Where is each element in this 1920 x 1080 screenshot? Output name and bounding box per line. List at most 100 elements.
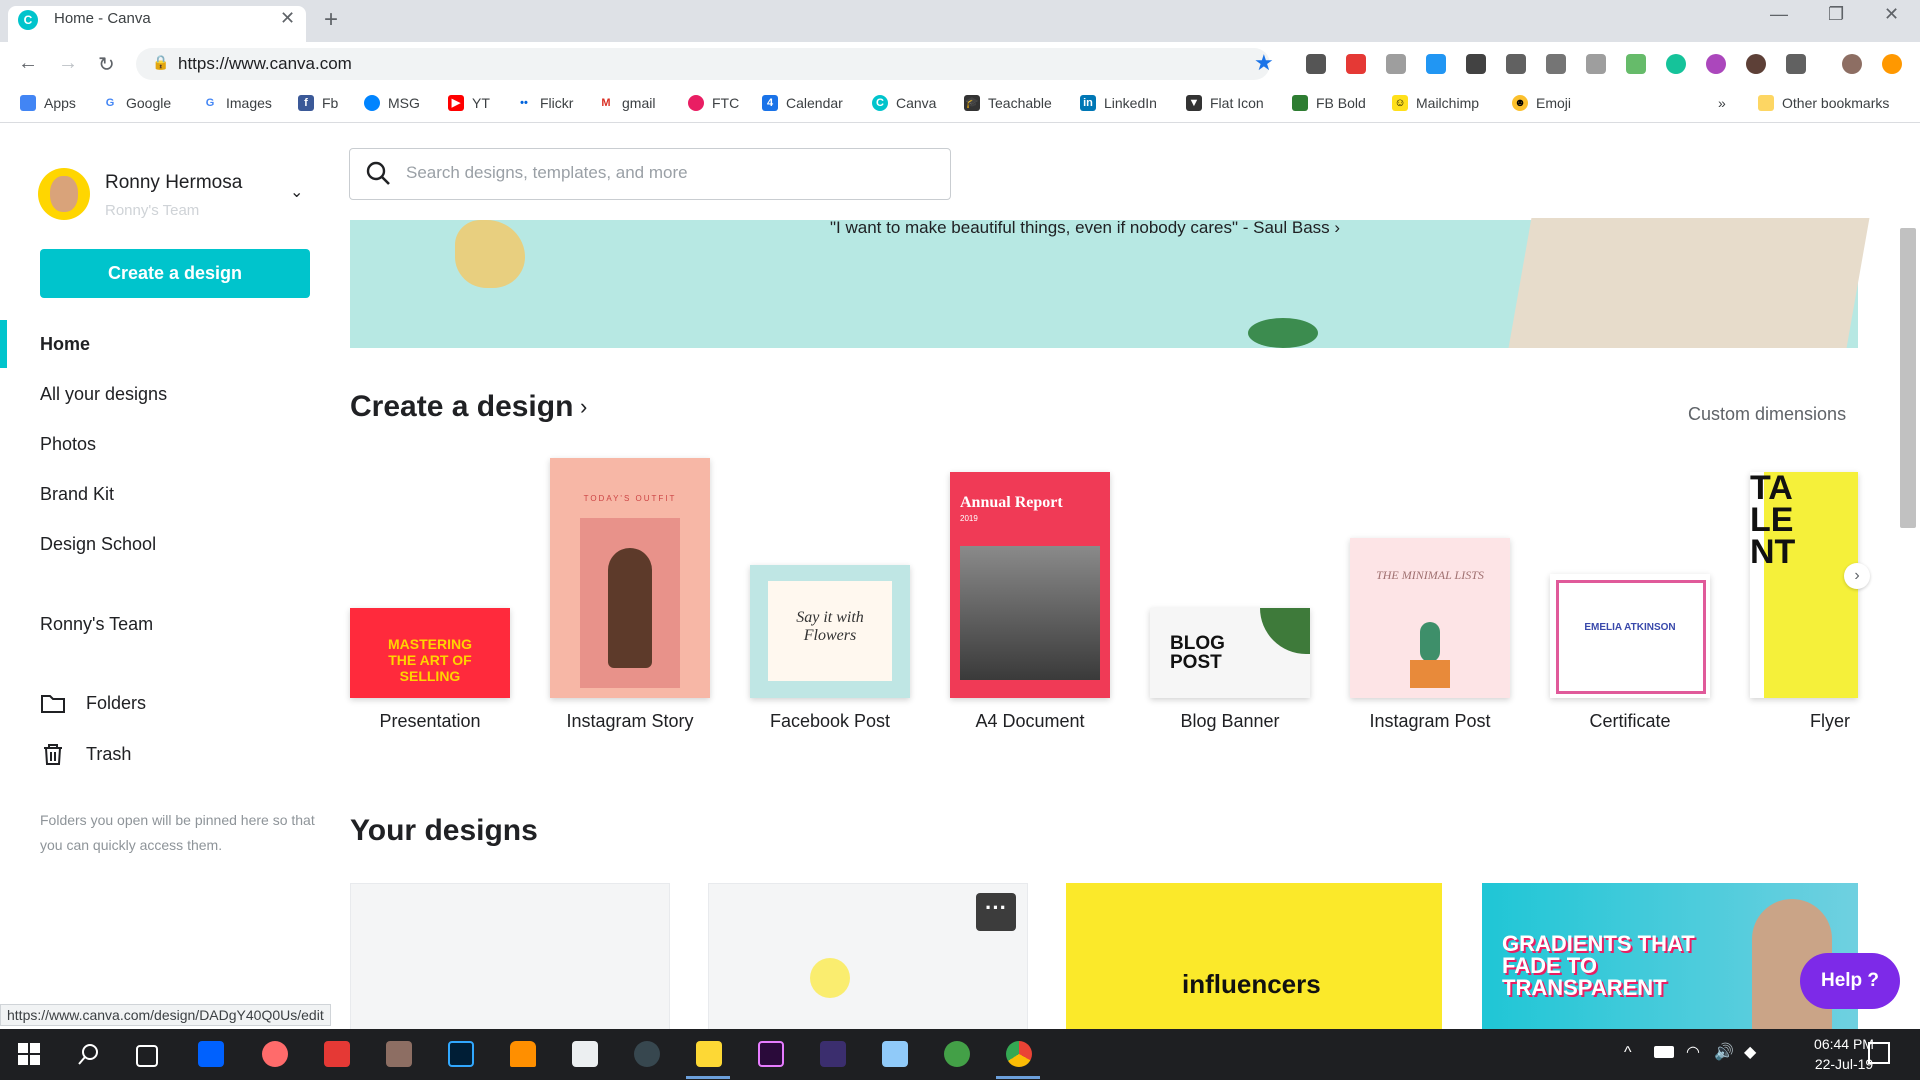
wifi-icon[interactable]: ◠ xyxy=(1686,1042,1700,1062)
grammarly-icon[interactable] xyxy=(1666,54,1686,74)
flyer-thumbnail[interactable]: TA LE NT xyxy=(1750,472,1858,698)
bookmark-flickr[interactable]: •• Flickr xyxy=(516,95,573,111)
chrome-taskbar-icon[interactable] xyxy=(1006,1041,1032,1067)
hashtag-extension-icon[interactable] xyxy=(1466,54,1486,74)
design-type-label[interactable]: Facebook Post xyxy=(730,711,930,732)
extension-icon[interactable] xyxy=(1882,54,1902,74)
notifications-icon[interactable] xyxy=(1868,1042,1890,1064)
sidebar-item-design-school[interactable]: Design School xyxy=(40,534,156,555)
taskbar-clock-date[interactable]: 22-Jul-19 xyxy=(1814,1056,1874,1072)
facebook-post-thumbnail[interactable]: Say it with Flowers xyxy=(750,565,910,698)
create-design-button[interactable]: Create a design xyxy=(40,249,310,298)
sidebar-item-brand-kit[interactable]: Brand Kit xyxy=(40,484,114,505)
page-scrollbar[interactable] xyxy=(1900,228,1916,528)
dropbox-tray-icon[interactable]: ◆ xyxy=(1744,1042,1756,1062)
avatar[interactable] xyxy=(38,168,90,220)
instagram-post-thumbnail[interactable]: THE MINIMAL LISTS xyxy=(1350,538,1510,698)
bookmark-gmail[interactable]: Mgmail xyxy=(598,95,655,111)
app-taskbar-icon[interactable] xyxy=(386,1041,412,1067)
bookmark-canva[interactable]: C Canva xyxy=(872,95,936,111)
chevron-up-icon[interactable]: ^ xyxy=(1624,1044,1632,1062)
extension-icon[interactable] xyxy=(1706,54,1726,74)
extension-icon[interactable] xyxy=(1426,54,1446,74)
a4-document-thumbnail[interactable]: Annual Report 2019 xyxy=(950,472,1110,698)
sidebar-item-folders[interactable]: Folders xyxy=(40,692,146,714)
presentation-thumbnail[interactable]: MASTERING THE ART OF SELLING xyxy=(350,608,510,698)
design-card-gradients[interactable]: GRADIENTS THAT FADE TO TRANSPARENT xyxy=(1482,883,1858,1029)
app-taskbar-icon[interactable] xyxy=(262,1041,288,1067)
url-text[interactable]: https://www.canva.com xyxy=(178,54,352,74)
minimize-icon[interactable]: — xyxy=(1770,4,1788,25)
design-type-label[interactable]: Instagram Post xyxy=(1330,711,1530,732)
bookmark-apps[interactable]: Apps xyxy=(20,95,76,111)
reload-icon[interactable]: ↻ xyxy=(98,52,115,77)
design-type-label[interactable]: Instagram Story xyxy=(530,711,730,732)
profile-icon[interactable] xyxy=(1842,54,1862,74)
design-type-label[interactable]: Certificate xyxy=(1530,711,1730,732)
certificate-thumbnail[interactable]: EMELIA ATKINSON xyxy=(1550,574,1710,698)
pocket-extension-icon[interactable] xyxy=(1306,54,1326,74)
more-bookmarks-icon[interactable]: » xyxy=(1718,95,1726,111)
cloud-extension-icon[interactable] xyxy=(1386,54,1406,74)
info-extension-icon[interactable] xyxy=(1546,54,1566,74)
bookmark-mailchimp[interactable]: ☺ Mailchimp xyxy=(1392,95,1479,111)
sidebar-item-team[interactable]: Ronny's Team xyxy=(40,614,153,635)
bookmark-images[interactable]: G Images xyxy=(202,95,272,111)
sidebar-item-all-designs[interactable]: All your designs xyxy=(40,384,167,405)
design-type-label[interactable]: Presentation xyxy=(330,711,530,732)
create-design-heading[interactable]: Create a design xyxy=(350,390,573,424)
bookmark-flaticon[interactable]: ▼ Flat Icon xyxy=(1186,95,1264,111)
design-card[interactable] xyxy=(350,883,670,1031)
design-type-label[interactable]: A4 Document xyxy=(930,711,1130,732)
forward-icon[interactable]: → xyxy=(58,52,78,75)
battery-icon[interactable] xyxy=(1654,1046,1674,1058)
chevron-down-icon[interactable]: ⌄ xyxy=(290,182,303,202)
extension-icon[interactable] xyxy=(1346,54,1366,74)
sidebar-item-trash[interactable]: Trash xyxy=(40,742,131,766)
extension-icon[interactable] xyxy=(1586,54,1606,74)
app-taskbar-icon[interactable] xyxy=(324,1041,350,1067)
back-icon[interactable]: ← xyxy=(18,52,38,75)
bookmark-emoji[interactable]: ☻ Emoji xyxy=(1512,95,1571,111)
taskbar-search-icon[interactable] xyxy=(78,1043,100,1065)
extension-icon[interactable] xyxy=(1786,54,1806,74)
photoshop-taskbar-icon[interactable] xyxy=(448,1041,474,1067)
banner-quote[interactable]: "I want to make beautiful things, even i… xyxy=(830,218,1340,238)
bookmark-star-icon[interactable]: ★ xyxy=(1254,50,1274,76)
close-window-icon[interactable]: ✕ xyxy=(1884,4,1899,25)
sidebar-item-photos[interactable]: Photos xyxy=(40,434,96,455)
premiere-taskbar-icon[interactable] xyxy=(758,1041,784,1067)
bookmark-msg[interactable]: MSG xyxy=(364,95,420,111)
bookmark-linkedin[interactable]: in LinkedIn xyxy=(1080,95,1157,111)
bookmark-google[interactable]: G Google xyxy=(102,95,171,111)
design-type-label[interactable]: Flyer xyxy=(1730,711,1920,732)
dropbox-taskbar-icon[interactable] xyxy=(198,1041,224,1067)
app-taskbar-icon[interactable] xyxy=(882,1041,908,1067)
blog-banner-thumbnail[interactable]: BLOG POST xyxy=(1150,608,1310,698)
user-name[interactable]: Ronny Hermosa xyxy=(105,172,242,194)
file-explorer-taskbar-icon[interactable] xyxy=(696,1041,722,1067)
other-bookmarks[interactable]: Other bookmarks xyxy=(1758,95,1889,111)
lock-icon[interactable]: 🔒 xyxy=(152,54,169,71)
custom-dimensions-link[interactable]: Custom dimensions xyxy=(1688,404,1846,425)
obs-taskbar-icon[interactable] xyxy=(634,1041,660,1067)
bookmark-teachable[interactable]: 🎓 Teachable xyxy=(964,95,1052,111)
evernote-taskbar-icon[interactable] xyxy=(944,1041,970,1067)
task-view-icon[interactable] xyxy=(136,1045,158,1067)
taskbar-clock-time[interactable]: 06:44 PM xyxy=(1814,1036,1874,1052)
help-button[interactable]: Help ? xyxy=(1800,953,1900,1009)
maximize-icon[interactable]: ❐ xyxy=(1828,4,1844,25)
sidebar-item-home[interactable]: Home xyxy=(40,334,90,355)
instagram-story-thumbnail[interactable]: TODAY'S OUTFIT xyxy=(550,458,710,698)
vlc-taskbar-icon[interactable] xyxy=(510,1041,536,1067)
bookmark-fb[interactable]: f Fb xyxy=(298,95,338,111)
more-options-button[interactable]: ··· xyxy=(976,893,1016,931)
volume-icon[interactable]: 🔊 xyxy=(1714,1042,1734,1062)
search-input[interactable] xyxy=(404,150,928,196)
design-card-influencers[interactable]: influencers xyxy=(1066,883,1442,1029)
calculator-taskbar-icon[interactable] xyxy=(572,1041,598,1067)
new-tab-icon[interactable]: + xyxy=(324,6,338,34)
close-tab-icon[interactable]: ✕ xyxy=(280,8,295,29)
carousel-next-icon[interactable]: › xyxy=(1844,563,1870,589)
app-taskbar-icon[interactable] xyxy=(820,1041,846,1067)
